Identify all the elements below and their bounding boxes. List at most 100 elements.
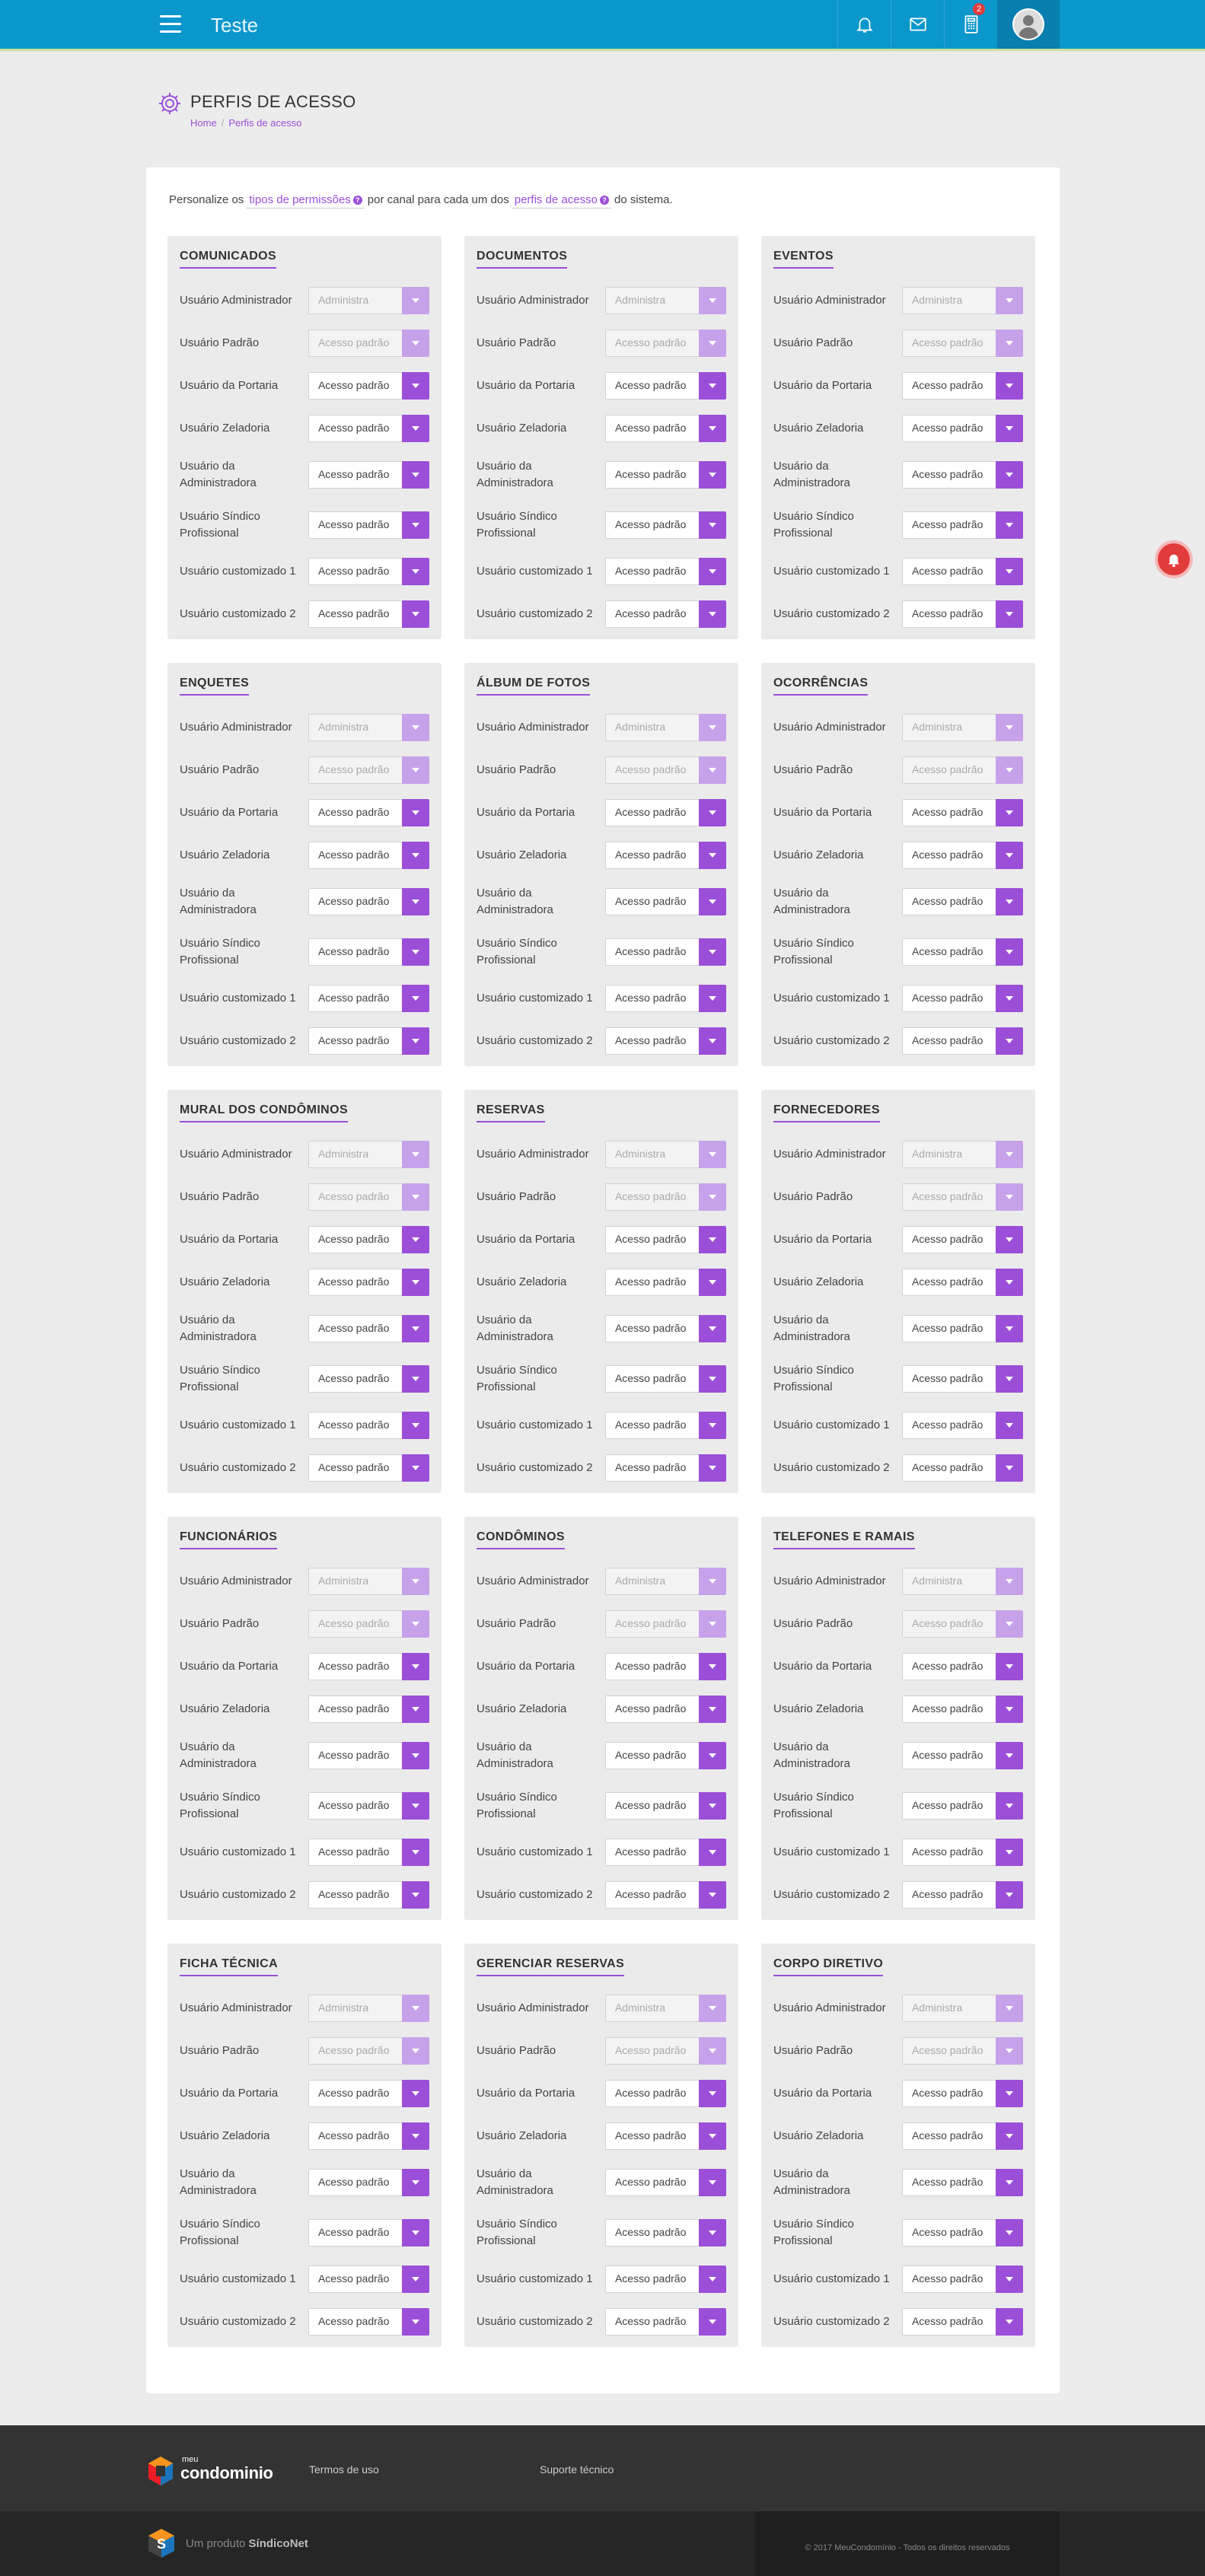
permission-select[interactable]: Acesso padrão <box>604 2266 726 2293</box>
chevron-down-icon[interactable] <box>699 2169 726 2196</box>
floating-notification-bell-icon[interactable] <box>1155 540 1193 578</box>
chevron-down-icon[interactable] <box>402 842 429 869</box>
permission-select[interactable]: Acesso padrão <box>604 842 726 869</box>
chevron-down-icon[interactable] <box>402 558 429 585</box>
chevron-down-icon[interactable] <box>996 1226 1023 1253</box>
chevron-down-icon[interactable] <box>699 1839 726 1866</box>
chevron-down-icon[interactable] <box>996 1839 1023 1866</box>
chevron-down-icon[interactable] <box>402 2080 429 2107</box>
permission-select[interactable]: Acesso padrão <box>901 1742 1023 1769</box>
chevron-down-icon[interactable] <box>699 2308 726 2336</box>
chevron-down-icon[interactable] <box>996 888 1023 915</box>
permission-select[interactable]: Acesso padrão <box>308 2080 429 2107</box>
permission-select[interactable]: Acesso padrão <box>308 938 429 966</box>
chevron-down-icon[interactable] <box>996 415 1023 442</box>
permission-select[interactable]: Acesso padrão <box>901 1653 1023 1680</box>
chevron-down-icon[interactable] <box>996 600 1023 628</box>
chevron-down-icon[interactable] <box>699 1653 726 1680</box>
chevron-down-icon[interactable] <box>402 1027 429 1055</box>
chevron-down-icon[interactable] <box>699 1454 726 1482</box>
permission-select[interactable]: Acesso padrão <box>604 1696 726 1723</box>
chevron-down-icon[interactable] <box>402 2266 429 2293</box>
permission-select[interactable]: Acesso padrão <box>901 1696 1023 1723</box>
chevron-down-icon[interactable] <box>699 1226 726 1253</box>
chevron-down-icon[interactable] <box>996 1792 1023 1820</box>
permission-select[interactable]: Acesso padrão <box>901 985 1023 1012</box>
chevron-down-icon[interactable] <box>699 888 726 915</box>
chevron-down-icon[interactable] <box>996 842 1023 869</box>
chevron-down-icon[interactable] <box>699 415 726 442</box>
permission-select[interactable]: Acesso padrão <box>901 2266 1023 2293</box>
permission-select[interactable]: Acesso padrão <box>308 415 429 442</box>
chevron-down-icon[interactable] <box>402 1881 429 1909</box>
menu-hamburger-icon[interactable] <box>160 15 181 35</box>
permission-select[interactable]: Acesso padrão <box>308 842 429 869</box>
permission-select[interactable]: Acesso padrão <box>901 1027 1023 1055</box>
chevron-down-icon[interactable] <box>699 1315 726 1342</box>
permission-select[interactable]: Acesso padrão <box>308 799 429 826</box>
permission-select[interactable]: Acesso padrão <box>901 511 1023 539</box>
permission-select[interactable]: Acesso padrão <box>901 2169 1023 2196</box>
permission-select[interactable]: Acesso padrão <box>604 1881 726 1909</box>
chevron-down-icon[interactable] <box>699 2266 726 2293</box>
permission-select[interactable]: Acesso padrão <box>308 1365 429 1393</box>
permission-select[interactable]: Acesso padrão <box>308 2219 429 2246</box>
permission-select[interactable]: Acesso padrão <box>604 1412 726 1439</box>
chevron-down-icon[interactable] <box>402 415 429 442</box>
chevron-down-icon[interactable] <box>402 1269 429 1296</box>
permission-select[interactable]: Acesso padrão <box>604 2169 726 2196</box>
permission-select[interactable]: Acesso padrão <box>604 1315 726 1342</box>
permission-select[interactable]: Acesso padrão <box>901 1315 1023 1342</box>
permission-select[interactable]: Acesso padrão <box>604 511 726 539</box>
permission-select[interactable]: Acesso padrão <box>901 1269 1023 1296</box>
permission-select[interactable]: Acesso padrão <box>901 888 1023 915</box>
chevron-down-icon[interactable] <box>996 1315 1023 1342</box>
chevron-down-icon[interactable] <box>996 558 1023 585</box>
chevron-down-icon[interactable] <box>996 2266 1023 2293</box>
chevron-down-icon[interactable] <box>996 1696 1023 1723</box>
permission-select[interactable]: Acesso padrão <box>901 558 1023 585</box>
chevron-down-icon[interactable] <box>996 1269 1023 1296</box>
chevron-down-icon[interactable] <box>699 1696 726 1723</box>
chevron-down-icon[interactable] <box>996 2122 1023 2150</box>
breadcrumb-home-link[interactable]: Home <box>190 117 217 129</box>
access-profiles-link[interactable]: perfis de acesso? <box>512 193 611 209</box>
permission-select[interactable]: Acesso padrão <box>604 558 726 585</box>
permission-select[interactable]: Acesso padrão <box>604 1269 726 1296</box>
permission-select[interactable]: Acesso padrão <box>604 2308 726 2336</box>
chevron-down-icon[interactable] <box>699 2122 726 2150</box>
permission-select[interactable]: Acesso padrão <box>308 985 429 1012</box>
permission-select[interactable]: Acesso padrão <box>308 600 429 628</box>
chevron-down-icon[interactable] <box>402 2219 429 2246</box>
permission-select[interactable]: Acesso padrão <box>901 415 1023 442</box>
permission-select[interactable]: Acesso padrão <box>901 372 1023 400</box>
permission-select[interactable]: Acesso padrão <box>308 2266 429 2293</box>
chevron-down-icon[interactable] <box>402 1226 429 1253</box>
chevron-down-icon[interactable] <box>996 1881 1023 1909</box>
permission-select[interactable]: Acesso padrão <box>604 799 726 826</box>
chevron-down-icon[interactable] <box>402 1742 429 1769</box>
permission-select[interactable]: Acesso padrão <box>604 1027 726 1055</box>
permission-select[interactable]: Acesso padrão <box>604 1454 726 1482</box>
chevron-down-icon[interactable] <box>996 1365 1023 1393</box>
permission-select[interactable]: Acesso padrão <box>604 888 726 915</box>
permission-select[interactable]: Acesso padrão <box>308 1226 429 1253</box>
chevron-down-icon[interactable] <box>699 2219 726 2246</box>
chevron-down-icon[interactable] <box>699 511 726 539</box>
chevron-down-icon[interactable] <box>699 1412 726 1439</box>
permission-select[interactable]: Acesso padrão <box>901 600 1023 628</box>
permission-select[interactable]: Acesso padrão <box>901 2308 1023 2336</box>
chevron-down-icon[interactable] <box>996 2219 1023 2246</box>
permission-select[interactable]: Acesso padrão <box>901 2122 1023 2150</box>
chevron-down-icon[interactable] <box>699 985 726 1012</box>
permission-select[interactable]: Acesso padrão <box>308 1792 429 1820</box>
support-link[interactable]: Suporte técnico <box>540 2463 614 2476</box>
chevron-down-icon[interactable] <box>996 372 1023 400</box>
permission-select[interactable]: Acesso padrão <box>308 1027 429 1055</box>
chevron-down-icon[interactable] <box>996 2308 1023 2336</box>
permission-select[interactable]: Acesso padrão <box>308 372 429 400</box>
permission-select[interactable]: Acesso padrão <box>901 1792 1023 1820</box>
permission-select[interactable]: Acesso padrão <box>308 1742 429 1769</box>
chevron-down-icon[interactable] <box>996 2169 1023 2196</box>
chevron-down-icon[interactable] <box>699 1027 726 1055</box>
